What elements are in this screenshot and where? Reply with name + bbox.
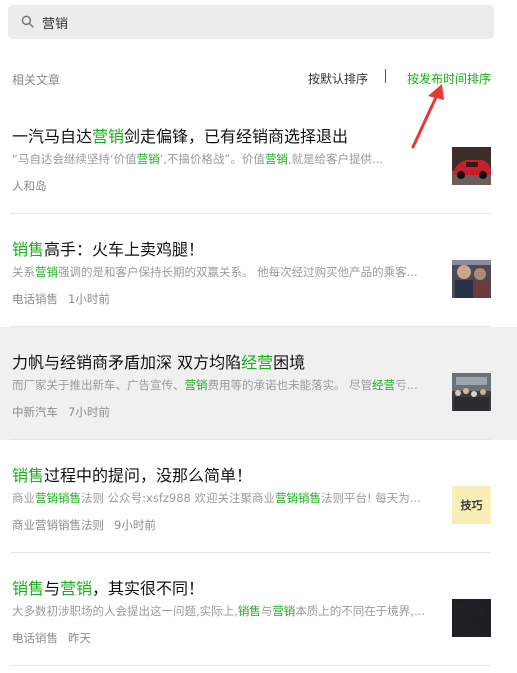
- snippet-text: 大多数初涉职场的人会提出这一问题,实际上,: [12, 604, 238, 618]
- sort-toolbar: 相关文章 按默认排序 按发布时间排序: [0, 64, 517, 92]
- search-icon: [21, 13, 34, 32]
- article-meta: 商业营销销售法则 9小时前: [12, 517, 156, 533]
- keyword-highlight: 销售: [12, 240, 45, 259]
- section-label: 相关文章: [12, 73, 61, 87]
- divider: [385, 69, 386, 83]
- keyword-highlight: 营销: [184, 378, 208, 392]
- article-list: 一汽马自达营销剑走偏锋，已有经销商选择退出 “马自达会继续坚持‘价值营销’,不搞价…: [0, 101, 517, 666]
- article-meta: 电话销售 昨天: [12, 630, 91, 646]
- snippet-text: ’,不搞价格战”。价值: [159, 152, 265, 166]
- title-text: 与: [44, 579, 61, 598]
- article-snippet: 而厂家关于推出新车、广告宣传、营销费用等的承诺也未能落实。 尽管经营亏...: [12, 377, 442, 393]
- article-snippet: 关系营销强调的是和客户保持长期的双赢关系。 他每次经过购买他产品的乘客...: [12, 264, 442, 280]
- title-text: 剑走偏锋，已有经销商选择退出: [124, 127, 349, 146]
- snippet-text: 强调的是和客户保持长期的双赢关系。 他每次经过购买他产品的乘客...: [58, 265, 418, 279]
- article-source[interactable]: 商业营销销售法则: [12, 518, 104, 532]
- article-thumbnail[interactable]: 营销的区别: [452, 599, 491, 637]
- keyword-highlight: 经营: [241, 353, 274, 372]
- title-text: 力帆与经销商矛盾加深 双方均陷: [12, 353, 242, 372]
- article-snippet: “马自达会继续坚持‘价值营销’,不搞价格战”。价值营销,就是给客户提供...: [12, 151, 442, 167]
- keyword-highlight: 营销: [136, 152, 160, 166]
- article-source[interactable]: 电话销售: [12, 292, 58, 306]
- sort-default-button[interactable]: 按默认排序: [308, 70, 368, 87]
- article-item[interactable]: 销售与营销，其实很不同！ 大多数初涉职场的人会提出这一问题,实际上,销售与营销本质…: [0, 553, 517, 666]
- title-text: ，其实很不同！: [92, 579, 205, 598]
- snippet-text: ,就是给客户提供...: [287, 152, 384, 166]
- article-time: 昨天: [68, 631, 91, 645]
- article-thumbnail[interactable]: [452, 373, 491, 411]
- snippet-text: 亏...: [395, 378, 418, 392]
- keyword-highlight: 营销: [35, 265, 58, 279]
- article-source[interactable]: 人和岛: [12, 179, 47, 193]
- snippet-text: 本质上的不同在于境界,...: [295, 604, 425, 618]
- snippet-text: 关系: [12, 265, 35, 279]
- article-source[interactable]: 中新汽车: [12, 405, 58, 419]
- snippet-text: 法则平台! 每天为...: [321, 491, 421, 505]
- sort-by-time-button[interactable]: 按发布时间排序: [407, 70, 491, 87]
- search-bar[interactable]: 营销: [8, 5, 494, 39]
- keyword-highlight: 营销: [272, 604, 296, 618]
- thumbnail-caption: 营销的区别: [452, 599, 491, 637]
- keyword-highlight: 经营: [372, 378, 396, 392]
- keyword-highlight: 销售: [12, 579, 45, 598]
- article-meta: 电话销售 1小时前: [12, 291, 110, 307]
- article-source[interactable]: 电话销售: [12, 631, 58, 645]
- snippet-text: 而厂家关于推出新车、广告宣传、: [12, 378, 185, 392]
- article-thumbnail[interactable]: [452, 147, 491, 185]
- snippet-text: “马自达会继续坚持‘价值: [12, 152, 137, 166]
- article-snippet: 商业营销销售法则 公众号:xsfz988 欢迎关注聚商业营销销售法则平台! 每天…: [12, 490, 442, 506]
- snippet-text: 费用等的承诺也未能落实。 尽管: [207, 378, 373, 392]
- article-snippet: 大多数初涉职场的人会提出这一问题,实际上,销售与营销本质上的不同在于境界,...: [12, 603, 442, 619]
- keyword-highlight: 销售: [237, 604, 261, 618]
- article-title[interactable]: 力帆与经销商矛盾加深 双方均陷经营困境: [12, 349, 442, 373]
- article-time: 7小时前: [68, 405, 110, 419]
- article-item[interactable]: 力帆与经销商矛盾加深 双方均陷经营困境 而厂家关于推出新车、广告宣传、营销费用等的…: [0, 327, 517, 440]
- article-title[interactable]: 销售过程中的提问，没那么简单！: [12, 462, 442, 486]
- article-item[interactable]: 销售高手：火车上卖鸡腿！ 关系营销强调的是和客户保持长期的双赢关系。 他每次经过购…: [0, 214, 517, 327]
- snippet-text: 与: [260, 604, 273, 618]
- snippet-text: 法则 公众号:xsfz988 欢迎关注聚商业: [81, 491, 276, 505]
- keyword-highlight: 销售: [12, 466, 45, 485]
- snippet-text: 商业: [12, 491, 35, 505]
- article-item[interactable]: 一汽马自达营销剑走偏锋，已有经销商选择退出 “马自达会继续坚持‘价值营销’,不搞价…: [0, 101, 517, 214]
- article-thumbnail[interactable]: 技巧: [452, 486, 491, 524]
- title-text: 高手：火车上卖鸡腿！: [44, 240, 205, 259]
- divider: [10, 665, 491, 666]
- article-time: 9小时前: [114, 518, 156, 532]
- article-title[interactable]: 销售高手：火车上卖鸡腿！: [12, 236, 442, 260]
- article-item[interactable]: 销售过程中的提问，没那么简单！ 商业营销销售法则 公众号:xsfz988 欢迎关注…: [0, 440, 517, 553]
- keyword-highlight: 营销: [60, 579, 93, 598]
- article-title[interactable]: 一汽马自达营销剑走偏锋，已有经销商选择退出: [12, 123, 442, 147]
- title-text: 过程中的提问，没那么简单！: [44, 466, 253, 485]
- article-meta: 人和岛: [12, 178, 47, 194]
- title-text: 一汽马自达: [12, 127, 93, 146]
- keyword-highlight: 营销销售: [35, 491, 81, 505]
- article-thumbnail[interactable]: [452, 260, 491, 298]
- thumbnail-caption: 技巧: [452, 486, 491, 524]
- article-title[interactable]: 销售与营销，其实很不同！: [12, 575, 442, 599]
- keyword-highlight: 营销: [264, 152, 288, 166]
- keyword-highlight: 营销: [92, 127, 125, 146]
- article-time: 1小时前: [68, 292, 110, 306]
- title-text: 困境: [273, 353, 306, 372]
- article-meta: 中新汽车 7小时前: [12, 404, 110, 420]
- keyword-highlight: 营销销售: [275, 491, 322, 505]
- search-query[interactable]: 营销: [42, 13, 68, 32]
